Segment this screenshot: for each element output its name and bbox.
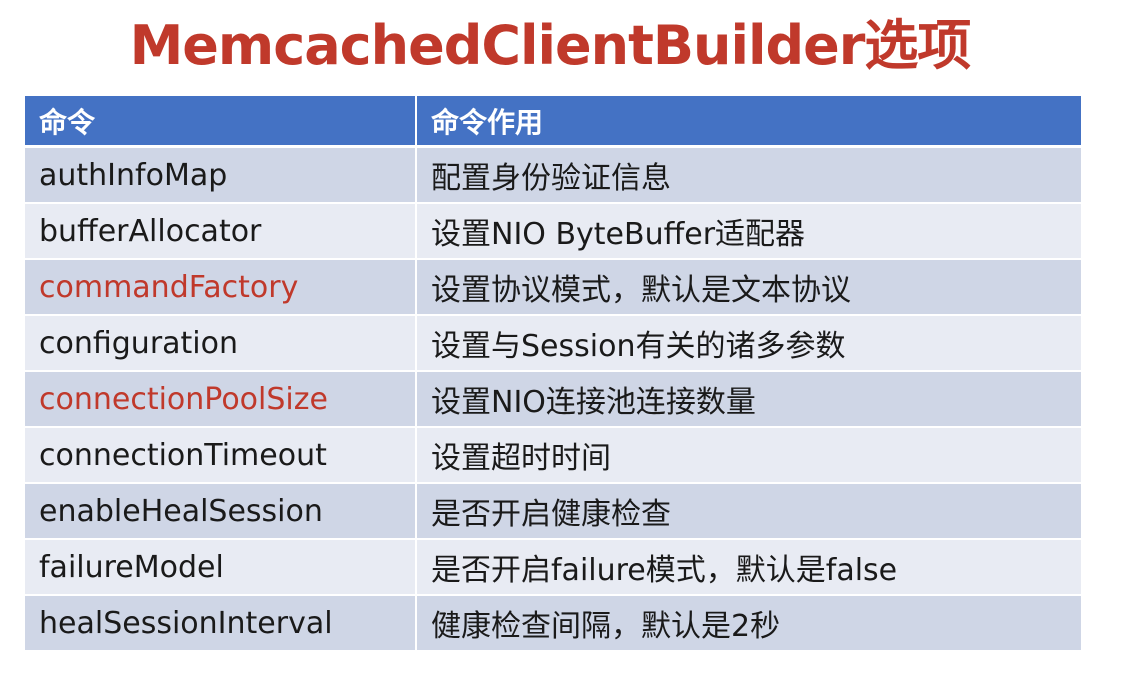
table-row: enableHealSession 是否开启健康检查	[25, 484, 1081, 540]
command-cell: enableHealSession	[25, 484, 415, 540]
description-cell: 设置与Session有关的诸多参数	[415, 316, 1081, 372]
table-row: failureModel 是否开启failure模式，默认是false	[25, 540, 1081, 596]
header-description: 命令作用	[415, 96, 1081, 148]
command-cell: bufferAllocator	[25, 204, 415, 260]
table-header-row: 命令 命令作用	[25, 96, 1081, 148]
description-cell: 是否开启健康检查	[415, 484, 1081, 540]
command-cell: failureModel	[25, 540, 415, 596]
header-command: 命令	[25, 96, 415, 148]
table-row: configuration 设置与Session有关的诸多参数	[25, 316, 1081, 372]
description-cell: 设置超时时间	[415, 428, 1081, 484]
table-row: healSessionInterval 健康检查间隔，默认是2秒	[25, 596, 1081, 652]
description-cell: 健康检查间隔，默认是2秒	[415, 596, 1081, 652]
command-cell: healSessionInterval	[25, 596, 415, 652]
command-cell: configuration	[25, 316, 415, 372]
command-cell: commandFactory	[25, 260, 415, 316]
table-row: connectionPoolSize 设置NIO连接池连接数量	[25, 372, 1081, 428]
command-cell: connectionTimeout	[25, 428, 415, 484]
table-row: bufferAllocator 设置NIO ByteBuffer适配器	[25, 204, 1081, 260]
options-table: 命令 命令作用 authInfoMap 配置身份验证信息 bufferAlloc…	[25, 96, 1081, 652]
command-cell: connectionPoolSize	[25, 372, 415, 428]
table-row: connectionTimeout 设置超时时间	[25, 428, 1081, 484]
description-cell: 设置NIO连接池连接数量	[415, 372, 1081, 428]
description-cell: 配置身份验证信息	[415, 148, 1081, 204]
description-cell: 是否开启failure模式，默认是false	[415, 540, 1081, 596]
description-cell: 设置协议模式，默认是文本协议	[415, 260, 1081, 316]
table-row: authInfoMap 配置身份验证信息	[25, 148, 1081, 204]
table-row: commandFactory 设置协议模式，默认是文本协议	[25, 260, 1081, 316]
description-cell: 设置NIO ByteBuffer适配器	[415, 204, 1081, 260]
page-title: MemcachedClientBuilder选项	[129, 14, 972, 77]
command-cell: authInfoMap	[25, 148, 415, 204]
